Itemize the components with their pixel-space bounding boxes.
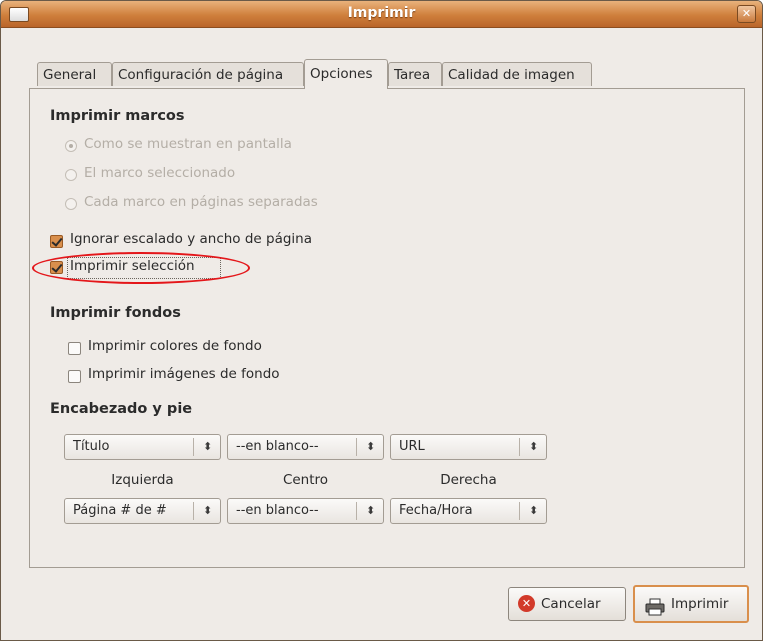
footer-left-select[interactable]: Página # de # ⬍ xyxy=(64,498,221,524)
header-left-value: Título xyxy=(73,439,110,454)
checkbox-ignore-scaling[interactable] xyxy=(50,235,63,248)
radio-as-on-screen[interactable] xyxy=(65,140,77,152)
checkbox-bg-images-label: Imprimir imágenes de fondo xyxy=(88,366,280,382)
caption-left: Izquierda xyxy=(111,472,174,488)
caption-center: Centro xyxy=(282,472,329,488)
spinner-icon: ⬍ xyxy=(529,440,539,453)
radio-each-frame[interactable] xyxy=(65,198,77,210)
tab-options[interactable]: Opciones xyxy=(304,59,388,89)
radio-each-frame-label: Cada marco en páginas separadas xyxy=(84,194,318,210)
spinner-icon: ⬍ xyxy=(366,440,376,453)
header-left-select[interactable]: Título ⬍ xyxy=(64,434,221,460)
print-label: Imprimir xyxy=(671,596,729,612)
printer-icon xyxy=(645,595,665,616)
footer-right-value: Fecha/Hora xyxy=(399,503,473,518)
backgrounds-heading: Imprimir fondos xyxy=(50,305,181,321)
tab-page-setup[interactable]: Configuración de página xyxy=(112,62,304,86)
radio-selected-frame-label: El marco seleccionado xyxy=(84,165,236,181)
checkbox-bg-colors[interactable] xyxy=(68,342,81,355)
title-bar[interactable]: Imprimir ✕ xyxy=(1,1,762,28)
cancel-label: Cancelar xyxy=(541,596,601,612)
spinner-icon: ⬍ xyxy=(203,440,213,453)
checkbox-bg-colors-label: Imprimir colores de fondo xyxy=(88,338,262,354)
header-center-select[interactable]: --en blanco-- ⬍ xyxy=(227,434,384,460)
footer-center-value: --en blanco-- xyxy=(236,503,319,518)
tab-job[interactable]: Tarea xyxy=(388,62,442,86)
cancel-icon: ✕ xyxy=(518,595,535,612)
header-right-value: URL xyxy=(399,439,425,454)
tab-general[interactable]: General xyxy=(37,62,112,86)
spinner-icon: ⬍ xyxy=(529,504,539,517)
print-dialog: Imprimir ✕ General Configuración de pági… xyxy=(0,0,763,641)
highlight-ellipse xyxy=(32,252,250,284)
frames-heading: Imprimir marcos xyxy=(50,108,185,124)
checkbox-ignore-scaling-label: Ignorar escalado y ancho de página xyxy=(70,231,313,247)
header-right-select[interactable]: URL ⬍ xyxy=(390,434,547,460)
header-center-value: --en blanco-- xyxy=(236,439,319,454)
caption-right: Derecha xyxy=(440,472,497,488)
print-button[interactable]: Imprimir xyxy=(633,585,749,623)
cancel-button[interactable]: ✕ Cancelar xyxy=(508,587,626,621)
close-icon[interactable]: ✕ xyxy=(737,5,756,23)
spinner-icon: ⬍ xyxy=(366,504,376,517)
radio-selected-frame[interactable] xyxy=(65,169,77,181)
tab-image-quality[interactable]: Calidad de imagen xyxy=(442,62,592,86)
checkbox-bg-images[interactable] xyxy=(68,370,81,383)
header-footer-heading: Encabezado y pie xyxy=(50,401,193,417)
options-panel: Imprimir marcos Como se muestran en pant… xyxy=(29,88,745,568)
window-title: Imprimir xyxy=(347,5,416,21)
footer-right-select[interactable]: Fecha/Hora ⬍ xyxy=(390,498,547,524)
radio-as-on-screen-label: Como se muestran en pantalla xyxy=(84,136,292,152)
spinner-icon: ⬍ xyxy=(203,504,213,517)
footer-center-select[interactable]: --en blanco-- ⬍ xyxy=(227,498,384,524)
footer-left-value: Página # de # xyxy=(73,503,167,518)
